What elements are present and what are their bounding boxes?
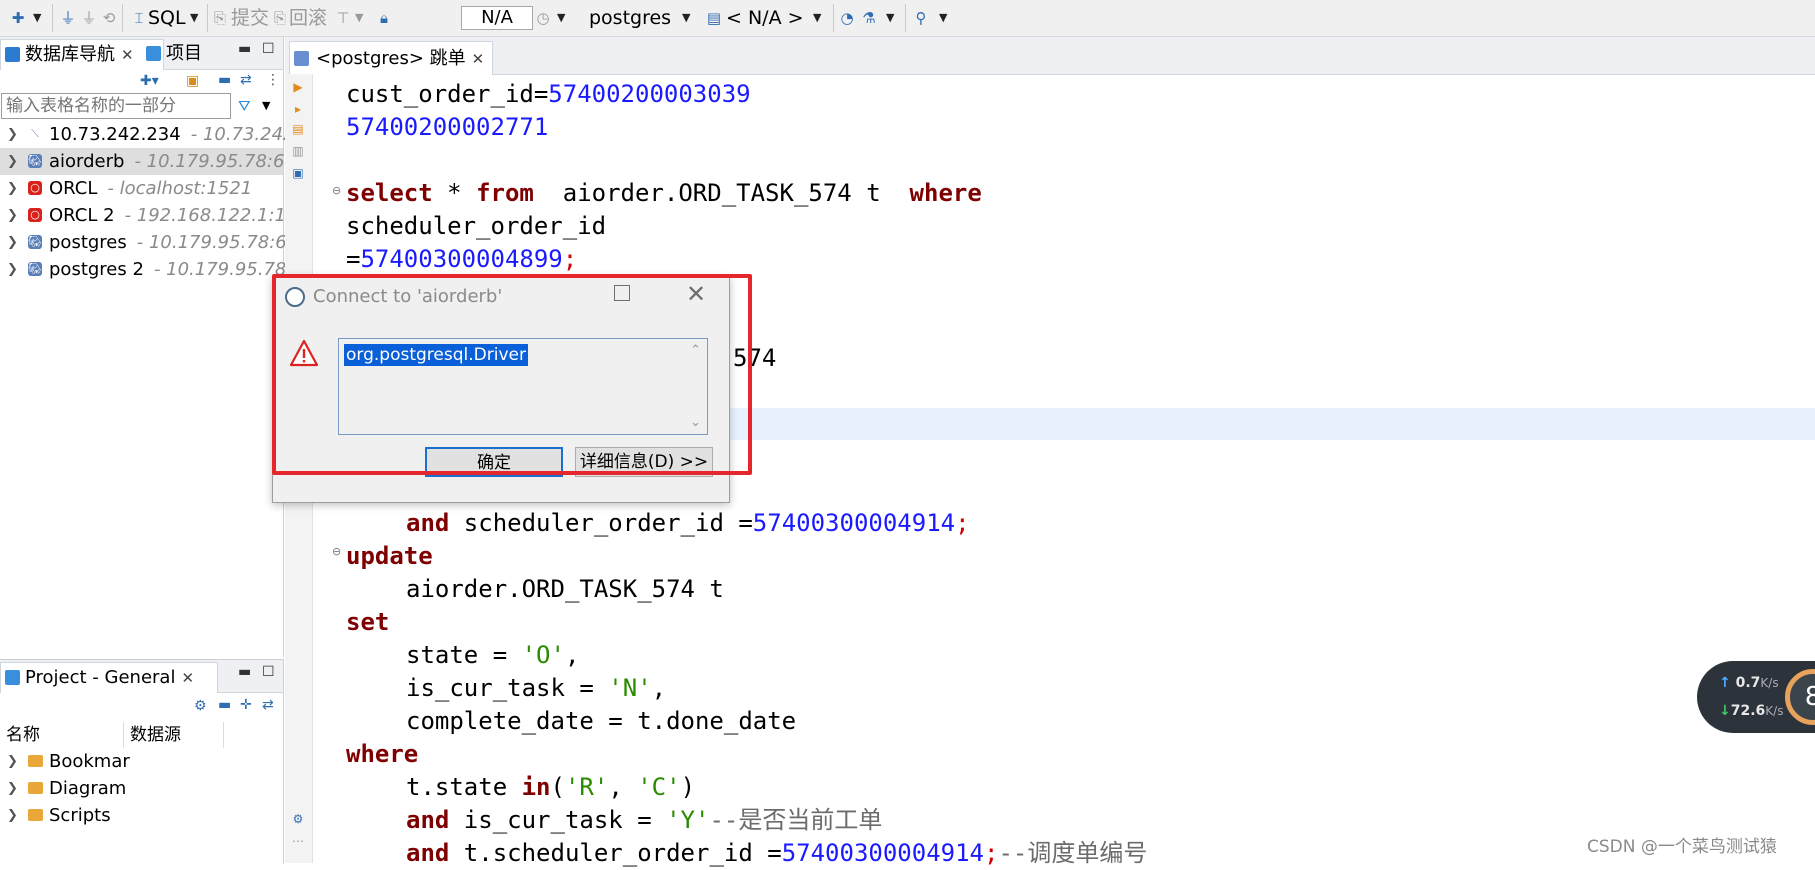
code-line: =57400300004899; [346,245,578,273]
download-speed: ↓72.6K/s [1719,703,1784,719]
watermark-text: CSDN @一个菜鸟测试猿 [1587,837,1777,857]
code-line: complete_date = t.done_date [406,707,797,735]
code-line: is_cur_task = 'N', [406,674,667,702]
code-line: and scheduler_order_id =57400300004914; [406,509,970,537]
code-line: cust_order_id=57400200003039 [346,80,751,108]
network-speed-widget[interactable]: ↑ 0.7K/s ↓72.6K/s 8 [1697,661,1815,733]
fold-toggle-icon[interactable]: ⊖ [332,184,341,197]
warning-icon [289,339,319,367]
code-line: and t.scheduler_order_id =57400300004914… [406,839,1148,867]
maximize-icon[interactable] [614,285,630,301]
fold-toggle-icon[interactable]: ⊖ [332,545,341,558]
scroll-down-icon[interactable]: ⌄ [690,415,701,430]
error-message[interactable]: org.postgresql.Driver [344,344,528,366]
code-line: update [346,542,433,570]
code-line: state = 'O', [406,641,580,669]
code-line: select * from aiorder.ORD_TASK_574 t whe… [346,179,982,207]
details-button[interactable]: 详细信息(D) >> [575,447,713,477]
code-line: aiorder.ORD_TASK_574 t [406,575,724,603]
cpu-gauge: 8 [1785,669,1815,725]
dialog-title: Connect to 'aiorderb' [313,286,503,307]
code-line: 57400200002771 [346,113,549,141]
code-line: t.state in('R', 'C') [406,773,696,801]
code-line: where [346,740,419,768]
download-arrow-icon: ↓ [1719,703,1731,719]
dbeaver-app-icon [285,287,305,307]
ok-button[interactable]: 确定 [425,447,563,477]
upload-speed: ↑ 0.7K/s [1719,675,1779,691]
code-line: scheduler_order_id [346,212,607,240]
code-line: 574 [733,344,777,372]
scroll-up-icon[interactable]: ⌃ [690,343,701,358]
connect-error-dialog: Connect to 'aiorderb' ✕ org.postgresql.D… [272,276,730,503]
close-icon[interactable]: ✕ [686,279,706,309]
code-line: set [346,608,390,636]
upload-arrow-icon: ↑ [1719,675,1731,691]
code-line: and is_cur_task = 'Y'--是否当前工单 [406,806,883,834]
error-message-box[interactable]: org.postgresql.Driver ⌃ ⌄ [338,338,708,435]
